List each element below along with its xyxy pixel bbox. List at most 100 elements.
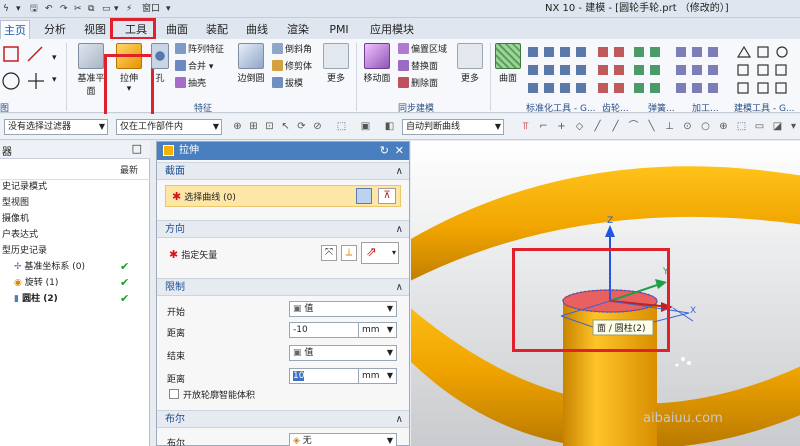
nav-datum-csys[interactable]: ✢ 基准坐标系 (0) ✔ (0, 259, 150, 275)
snap-point-icon[interactable]: ⫪ (520, 121, 531, 132)
snap-existing-icon[interactable]: ⊕ (718, 121, 729, 132)
vector-dialog-icon[interactable]: ⟂ (341, 245, 357, 261)
tab-render[interactable]: 渲染 (285, 20, 311, 39)
app-logo-icon[interactable]: ϟ (3, 2, 9, 16)
nav-cylinder[interactable]: ▮ 圆柱 (2) ✔ (0, 291, 150, 307)
replace-face-button[interactable]: 替换面 (398, 60, 438, 74)
tab-curve[interactable]: 曲线 (244, 20, 270, 39)
snap-circle-icon[interactable]: ○ (700, 121, 711, 132)
nav-revolve[interactable]: ◉ 旋转 (1) ✔ (0, 275, 150, 291)
snap-perp-icon[interactable]: ⊥ (664, 121, 675, 132)
tab-pmi[interactable]: PMI (326, 20, 352, 39)
draft-button[interactable]: 拔模 (272, 77, 303, 91)
nav-user-expressions[interactable]: 户表达式 (0, 227, 150, 243)
tab-surface[interactable]: 曲面 (164, 20, 190, 39)
window-menu[interactable]: 窗口 (142, 2, 160, 16)
end-distance-unit[interactable]: mm ▼ (359, 368, 397, 384)
vector-type-icon: ⇗ (366, 245, 377, 260)
box-select-icon[interactable]: ⬚ (336, 121, 347, 132)
vector-type-select[interactable]: ⇗ ▾ (361, 242, 399, 264)
reverse-direction-icon[interactable]: ⤧ (321, 245, 337, 261)
triangle-icon (736, 45, 752, 58)
shell-button[interactable]: 抽壳 (175, 77, 206, 91)
select-curve-row[interactable]: ✱ 选择曲线 (0) ⊼ (165, 185, 401, 207)
snap-quadrant-icon[interactable]: ⌒ (628, 121, 639, 132)
type-filter-select[interactable]: 没有选择过滤器 ▼ (4, 119, 108, 135)
tab-view[interactable]: 视图 (82, 20, 108, 39)
datum-plane-button[interactable]: 基准平面 (74, 43, 108, 97)
pattern-feature-button[interactable]: 阵列特征 (175, 43, 224, 57)
window-dropdown-icon[interactable]: ▾ (166, 2, 171, 16)
limits-group-header[interactable]: 限制 ∧ (157, 278, 409, 296)
snap-icon[interactable]: ⊕ (232, 121, 243, 132)
nav-model-history[interactable]: 型历史记录 (0, 243, 150, 259)
select-all-icon[interactable]: ⊞ (248, 121, 259, 132)
boolean-select[interactable]: ◈ 无 ▼ (289, 433, 397, 446)
filter-icon[interactable]: ⊡ (264, 121, 275, 132)
nav-history-mode[interactable]: 史记录模式 (0, 179, 150, 195)
sketch-more2-icon[interactable]: ▾ (52, 73, 57, 87)
sketch-more-icon[interactable]: ▾ (52, 51, 57, 65)
refresh-icon[interactable]: ⟳ (296, 121, 307, 132)
snap-view-icon[interactable]: ◪ (772, 121, 783, 132)
graphics-viewport[interactable]: Z Y X 面 / 圆柱(2) aibaiuu.com (411, 141, 800, 446)
paste-icon[interactable]: ▭ (102, 2, 111, 16)
repeat-command-icon[interactable]: ⚡ (126, 2, 132, 16)
select-curve-icon[interactable] (356, 188, 372, 204)
qa-dropdown-icon[interactable]: ▾ (16, 2, 21, 16)
offset-region-button[interactable]: 偏置区域 (398, 43, 447, 57)
snap-arc-icon[interactable]: ╱ (610, 121, 621, 132)
chamfer-button[interactable]: 倒斜角 (272, 43, 312, 57)
sync-more-button[interactable]: 更多 (456, 43, 484, 84)
open-profile-checkbox[interactable] (169, 389, 179, 399)
end-distance-input[interactable]: 10 (289, 368, 359, 384)
surface-button[interactable]: 曲面 (494, 43, 522, 84)
copy-icon[interactable]: ⧉ (88, 2, 94, 16)
start-distance-unit[interactable]: mm ▼ (359, 322, 397, 338)
snap-control-icon[interactable]: ◇ (574, 121, 585, 132)
deselect-icon[interactable]: ⊘ (312, 121, 323, 132)
snap-grid-icon[interactable]: ▭ (754, 121, 765, 132)
snap-center-icon[interactable]: ⊙ (682, 121, 693, 132)
chevron-down-icon: ▼ (386, 436, 393, 445)
feature-more-button[interactable]: 更多 (322, 43, 350, 84)
snap-mid-icon[interactable]: + (556, 121, 567, 132)
snap-intersect-icon[interactable]: ╱ (592, 121, 603, 132)
save-icon[interactable]: 🖫 (30, 2, 38, 16)
face-select-icon[interactable]: ◧ (384, 121, 395, 132)
snap-end-icon[interactable]: ⌐ (538, 121, 549, 132)
delete-face-button[interactable]: 删除面 (398, 77, 438, 91)
tab-analysis[interactable]: 分析 (42, 20, 68, 39)
tab-applications[interactable]: 应用模块 (366, 20, 418, 39)
unite-button[interactable]: 合并 ▾ (175, 60, 213, 74)
solid-select-icon[interactable]: ▣ (360, 121, 371, 132)
direction-group-header[interactable]: 方向 ∧ (157, 220, 409, 238)
undo-icon[interactable]: ↶ (45, 2, 53, 16)
sketch-section-icon[interactable]: ⊼ (378, 188, 396, 204)
tab-assembly[interactable]: 装配 (204, 20, 230, 39)
edge-blend-button[interactable]: 边倒圆 (236, 43, 266, 84)
pointer-icon[interactable]: ↖ (280, 121, 291, 132)
maximize-icon[interactable]: □ (132, 142, 142, 155)
start-type-select[interactable]: ▣ 值 ▼ (289, 301, 397, 317)
cut-icon[interactable]: ✂ (74, 2, 82, 16)
hole-button[interactable]: 孔 (150, 43, 170, 84)
trim-body-button[interactable]: 修剪体 (272, 60, 312, 74)
move-face-button[interactable]: 移动面 (362, 43, 392, 84)
boolean-group-header[interactable]: 布尔 ∧ (157, 410, 409, 428)
nav-model-views[interactable]: 型视图 (0, 195, 150, 211)
section-group-header[interactable]: 截面 ∧ (157, 162, 409, 180)
snap-tangent-icon[interactable]: ╲ (646, 121, 657, 132)
snap-face-icon[interactable]: ⬚ (736, 121, 747, 132)
toolbar-more-icon[interactable]: ▾ (788, 121, 799, 132)
curve-rule-select[interactable]: 自动判断曲线 ▼ (402, 119, 504, 135)
reset-icon[interactable]: ↻ (380, 142, 389, 160)
start-distance-input[interactable]: -10 (289, 322, 359, 338)
scope-filter-select[interactable]: 仅在工作部件内 ▼ (116, 119, 222, 135)
redo-icon[interactable]: ↷ (60, 2, 68, 16)
end-type-select[interactable]: ▣ 值 ▼ (289, 345, 397, 361)
tab-home[interactable]: 主页 (0, 20, 30, 39)
nav-cameras[interactable]: 摄像机 (0, 211, 150, 227)
paste-dropdown-icon[interactable]: ▾ (114, 2, 119, 16)
close-icon[interactable]: ✕ (395, 142, 404, 160)
